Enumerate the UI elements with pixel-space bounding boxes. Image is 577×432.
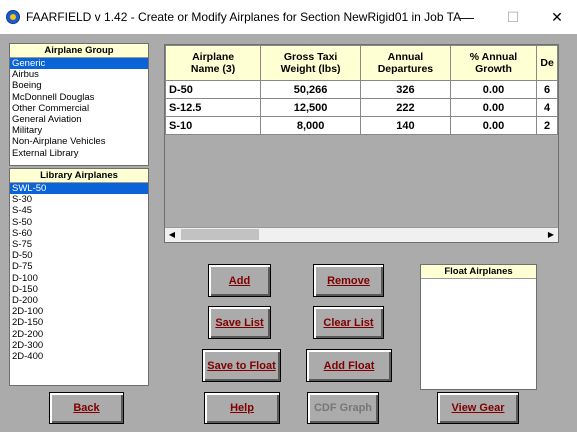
airplane-group-item[interactable]: Non-Airplane Vehicles bbox=[10, 136, 148, 147]
library-airplane-item[interactable]: 2D-400 bbox=[10, 351, 148, 362]
float-airplanes-header: Float Airplanes bbox=[421, 265, 536, 279]
library-airplane-item[interactable]: S-75 bbox=[10, 239, 148, 250]
library-airplane-item[interactable]: D-100 bbox=[10, 273, 148, 284]
airplane-group-item[interactable]: Boeing bbox=[10, 80, 148, 91]
view-gear-button[interactable]: View Gear bbox=[437, 392, 519, 424]
close-icon[interactable]: ✕ bbox=[537, 4, 577, 30]
table-cell[interactable]: S-10 bbox=[165, 116, 262, 135]
scroll-right-icon[interactable]: ▶ bbox=[544, 228, 558, 242]
airplane-group-item[interactable]: External Library bbox=[10, 148, 148, 159]
airplane-group-item[interactable]: Military bbox=[10, 125, 148, 136]
table-cell[interactable]: 6 bbox=[536, 80, 558, 99]
library-airplane-item[interactable]: D-50 bbox=[10, 250, 148, 261]
airplane-group-header: Airplane Group bbox=[10, 44, 148, 58]
back-button[interactable]: Back bbox=[49, 392, 124, 424]
table-cell[interactable]: 0.00 bbox=[449, 98, 538, 117]
help-button[interactable]: Help bbox=[204, 392, 280, 424]
table-cell[interactable]: D-50 bbox=[165, 80, 262, 99]
airplane-group-item[interactable]: McDonnell Douglas bbox=[10, 92, 148, 103]
cdf-graph-button[interactable]: CDF Graph bbox=[307, 392, 379, 424]
library-airplane-item[interactable]: S-50 bbox=[10, 217, 148, 228]
column-header: % Annual Growth bbox=[449, 45, 538, 81]
scroll-thumb[interactable] bbox=[181, 229, 259, 240]
airplane-grid[interactable]: Airplane Name (3) Gross Taxi Weight (lbs)… bbox=[164, 44, 559, 243]
table-cell[interactable]: 50,266 bbox=[260, 80, 361, 99]
library-airplane-item[interactable]: 2D-100 bbox=[10, 306, 148, 317]
window-title: FAARFIELD v 1.42 - Create or Modify Airp… bbox=[26, 10, 462, 24]
table-cell[interactable]: 0.00 bbox=[449, 80, 538, 99]
table-row[interactable]: S-10 8,000 140 0.00 2 bbox=[165, 116, 558, 135]
table-cell[interactable]: 0.00 bbox=[449, 116, 538, 135]
clear-list-button[interactable]: Clear List bbox=[313, 306, 384, 339]
column-header: De bbox=[536, 45, 558, 81]
library-airplane-item[interactable]: D-200 bbox=[10, 295, 148, 306]
minimize-icon[interactable]: — bbox=[447, 4, 487, 30]
table-cell[interactable]: S-12.5 bbox=[165, 98, 262, 117]
save-to-float-button[interactable]: Save to Float bbox=[202, 349, 281, 382]
column-header: Airplane Name (3) bbox=[165, 45, 262, 81]
add-float-button[interactable]: Add Float bbox=[306, 349, 392, 382]
library-airplane-item[interactable]: 2D-200 bbox=[10, 329, 148, 340]
horizontal-scrollbar[interactable]: ◀ ▶ bbox=[165, 227, 558, 242]
library-airplane-item[interactable]: S-45 bbox=[10, 205, 148, 216]
remove-button[interactable]: Remove bbox=[313, 264, 384, 297]
save-list-button[interactable]: Save List bbox=[208, 306, 271, 339]
library-airplane-item[interactable]: D-75 bbox=[10, 261, 148, 272]
airplane-group-item[interactable]: General Aviation bbox=[10, 114, 148, 125]
title-bar: FAARFIELD v 1.42 - Create or Modify Airp… bbox=[0, 0, 577, 34]
table-cell[interactable]: 4 bbox=[536, 98, 558, 117]
airplane-group-list[interactable]: Airplane Group Generic Airbus Boeing McDonn… bbox=[9, 43, 149, 166]
maximize-icon[interactable]: ☐ bbox=[493, 4, 533, 30]
table-cell[interactable]: 8,000 bbox=[260, 116, 361, 135]
table-row[interactable]: S-12.5 12,500 222 0.00 4 bbox=[165, 98, 558, 117]
library-airplane-item[interactable]: 2D-300 bbox=[10, 340, 148, 351]
add-button[interactable]: Add bbox=[208, 264, 271, 297]
library-airplane-item[interactable]: D-150 bbox=[10, 284, 148, 295]
library-airplanes-header: Library Airplanes bbox=[10, 169, 148, 183]
airplane-group-item[interactable]: Generic bbox=[10, 58, 148, 70]
main-area: Airplane Group Generic Airbus Boeing McDonn… bbox=[0, 34, 577, 432]
library-airplane-item[interactable]: 2D-150 bbox=[10, 317, 148, 328]
table-cell[interactable]: 12,500 bbox=[260, 98, 361, 117]
table-cell[interactable]: 326 bbox=[360, 80, 451, 99]
scroll-left-icon[interactable]: ◀ bbox=[165, 228, 179, 242]
table-cell[interactable]: 222 bbox=[360, 98, 451, 117]
column-header: Gross Taxi Weight (lbs) bbox=[260, 45, 361, 81]
library-airplane-item[interactable]: S-60 bbox=[10, 228, 148, 239]
column-header: Annual Departures bbox=[360, 45, 451, 81]
table-cell[interactable]: 2 bbox=[536, 116, 558, 135]
table-cell[interactable]: 140 bbox=[360, 116, 451, 135]
app-icon bbox=[6, 10, 20, 24]
library-airplane-item[interactable]: SWL-50 bbox=[10, 183, 148, 195]
airplane-group-item[interactable]: Airbus bbox=[10, 69, 148, 80]
library-airplane-item[interactable]: S-30 bbox=[10, 194, 148, 205]
table-row[interactable]: D-50 50,266 326 0.00 6 bbox=[165, 80, 558, 99]
airplane-group-item[interactable]: Other Commercial bbox=[10, 103, 148, 114]
library-airplanes-list[interactable]: Library Airplanes SWL-50 S-30 S-45 S-50 S-60… bbox=[9, 168, 149, 386]
float-airplanes-list[interactable]: Float Airplanes bbox=[420, 264, 537, 390]
